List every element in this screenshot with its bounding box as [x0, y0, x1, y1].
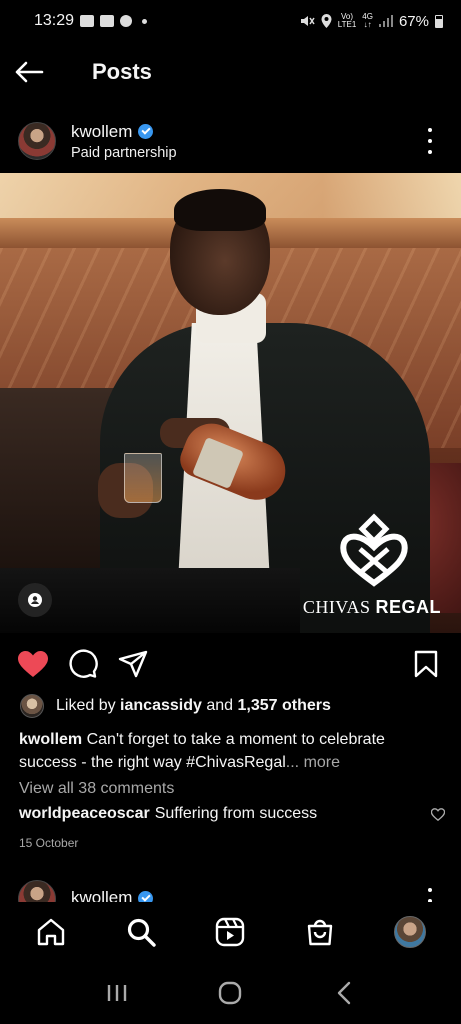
status-time: 13:29	[34, 12, 75, 29]
mute-icon	[300, 16, 315, 26]
comment-like-button[interactable]	[429, 805, 447, 823]
more-dot	[428, 150, 432, 154]
chevron-left-icon	[337, 981, 351, 1005]
next-author-username[interactable]: kwollem	[71, 888, 132, 902]
next-author-avatar[interactable]	[18, 880, 56, 902]
battery-percent: 67%	[398, 12, 429, 30]
brand-name-bold: REGAL	[375, 597, 441, 617]
liked-by-user[interactable]: iancassidy	[120, 697, 202, 715]
nav-shop-button[interactable]	[297, 909, 343, 955]
back-button[interactable]	[14, 48, 64, 96]
bottom-navigation	[0, 902, 461, 962]
signal-icon	[378, 15, 393, 27]
heart-icon	[18, 651, 48, 677]
photo-glass	[124, 453, 162, 503]
bookmark-icon	[414, 650, 438, 678]
likes-summary[interactable]: Liked by iancassidy and 1,357 others	[20, 694, 331, 718]
liker-avatar	[20, 694, 44, 718]
battery-icon	[435, 14, 443, 28]
like-button[interactable]	[16, 647, 50, 681]
brand-wordmark: CHIVAS REGAL	[303, 597, 441, 618]
youtube-notification-icon	[100, 15, 115, 27]
heart-outline-icon	[431, 807, 445, 821]
post-date: 15 October	[19, 836, 79, 850]
comment-button[interactable]	[66, 647, 100, 681]
nav-search-button[interactable]	[118, 909, 164, 955]
post-image[interactable]: CHIVAS REGAL	[0, 173, 461, 633]
nav-home-button[interactable]	[28, 909, 74, 955]
more-vertical-icon	[428, 888, 432, 892]
network-type: Vo) LTE1	[337, 12, 357, 29]
verified-badge-icon	[138, 890, 154, 902]
liked-by-and: and	[206, 697, 234, 714]
more-dot	[428, 139, 432, 143]
comment-username[interactable]: worldpeaceoscar	[19, 805, 150, 823]
comment-preview: worldpeaceoscar Suffering from success	[19, 805, 447, 823]
user-tag-icon	[28, 593, 42, 607]
location-icon	[321, 14, 332, 28]
reels-icon	[216, 917, 245, 947]
next-more-options-button[interactable]	[425, 888, 435, 902]
more-vertical-icon	[428, 128, 432, 132]
post-header: kwollem Paid partnership	[0, 116, 461, 166]
nav-reels-button[interactable]	[207, 909, 253, 955]
arrow-left-icon	[15, 61, 44, 83]
post-caption: kwollem Can't forget to take a moment to…	[19, 728, 439, 774]
send-icon	[118, 650, 148, 678]
caption-more-link[interactable]: ... more	[286, 754, 340, 771]
post-actions	[0, 642, 461, 686]
tagged-people-button[interactable]	[18, 583, 52, 617]
liked-by-others[interactable]: 1,357 others	[237, 697, 330, 715]
brand-logo-icon	[340, 513, 408, 587]
more-notifications-icon	[142, 18, 148, 24]
author-avatar[interactable]	[18, 122, 56, 160]
shop-icon	[308, 919, 333, 946]
comment-icon	[69, 649, 98, 678]
next-post-header: kwollem	[0, 878, 461, 902]
author-username[interactable]: kwollem	[71, 122, 132, 142]
page-title: Posts	[92, 59, 152, 84]
gallery-notification-icon	[80, 15, 95, 27]
home-system-button[interactable]	[210, 973, 250, 1013]
nav-profile-button[interactable]	[387, 909, 433, 955]
home-circle-icon	[219, 981, 242, 1005]
profile-avatar	[394, 916, 427, 948]
home-icon	[37, 918, 65, 946]
photo-hair	[174, 189, 266, 231]
network-4g: 4G ↓↑	[362, 12, 373, 29]
system-navigation	[0, 962, 461, 1024]
brand-name-light: CHIVAS	[302, 597, 371, 617]
back-system-button[interactable]	[324, 973, 364, 1013]
save-button[interactable]	[409, 647, 443, 681]
paid-partnership-label[interactable]: Paid partnership	[71, 145, 177, 161]
app-notification-icon	[120, 15, 133, 27]
liked-by-prefix: Liked by	[56, 697, 116, 714]
caption-username[interactable]: kwollem	[19, 731, 82, 748]
more-options-button[interactable]	[425, 128, 435, 154]
top-bar: Posts	[0, 48, 461, 96]
view-all-comments-link[interactable]: View all 38 comments	[19, 780, 174, 798]
recent-apps-button[interactable]	[97, 973, 137, 1013]
recent-apps-icon	[107, 985, 127, 1001]
verified-badge-icon	[138, 124, 154, 139]
search-icon	[127, 918, 156, 947]
comment-text: Suffering from success	[154, 805, 318, 822]
share-button[interactable]	[116, 647, 150, 681]
status-bar: 13:29 Vo) LTE1 4G ↓↑ 67%	[0, 0, 461, 42]
